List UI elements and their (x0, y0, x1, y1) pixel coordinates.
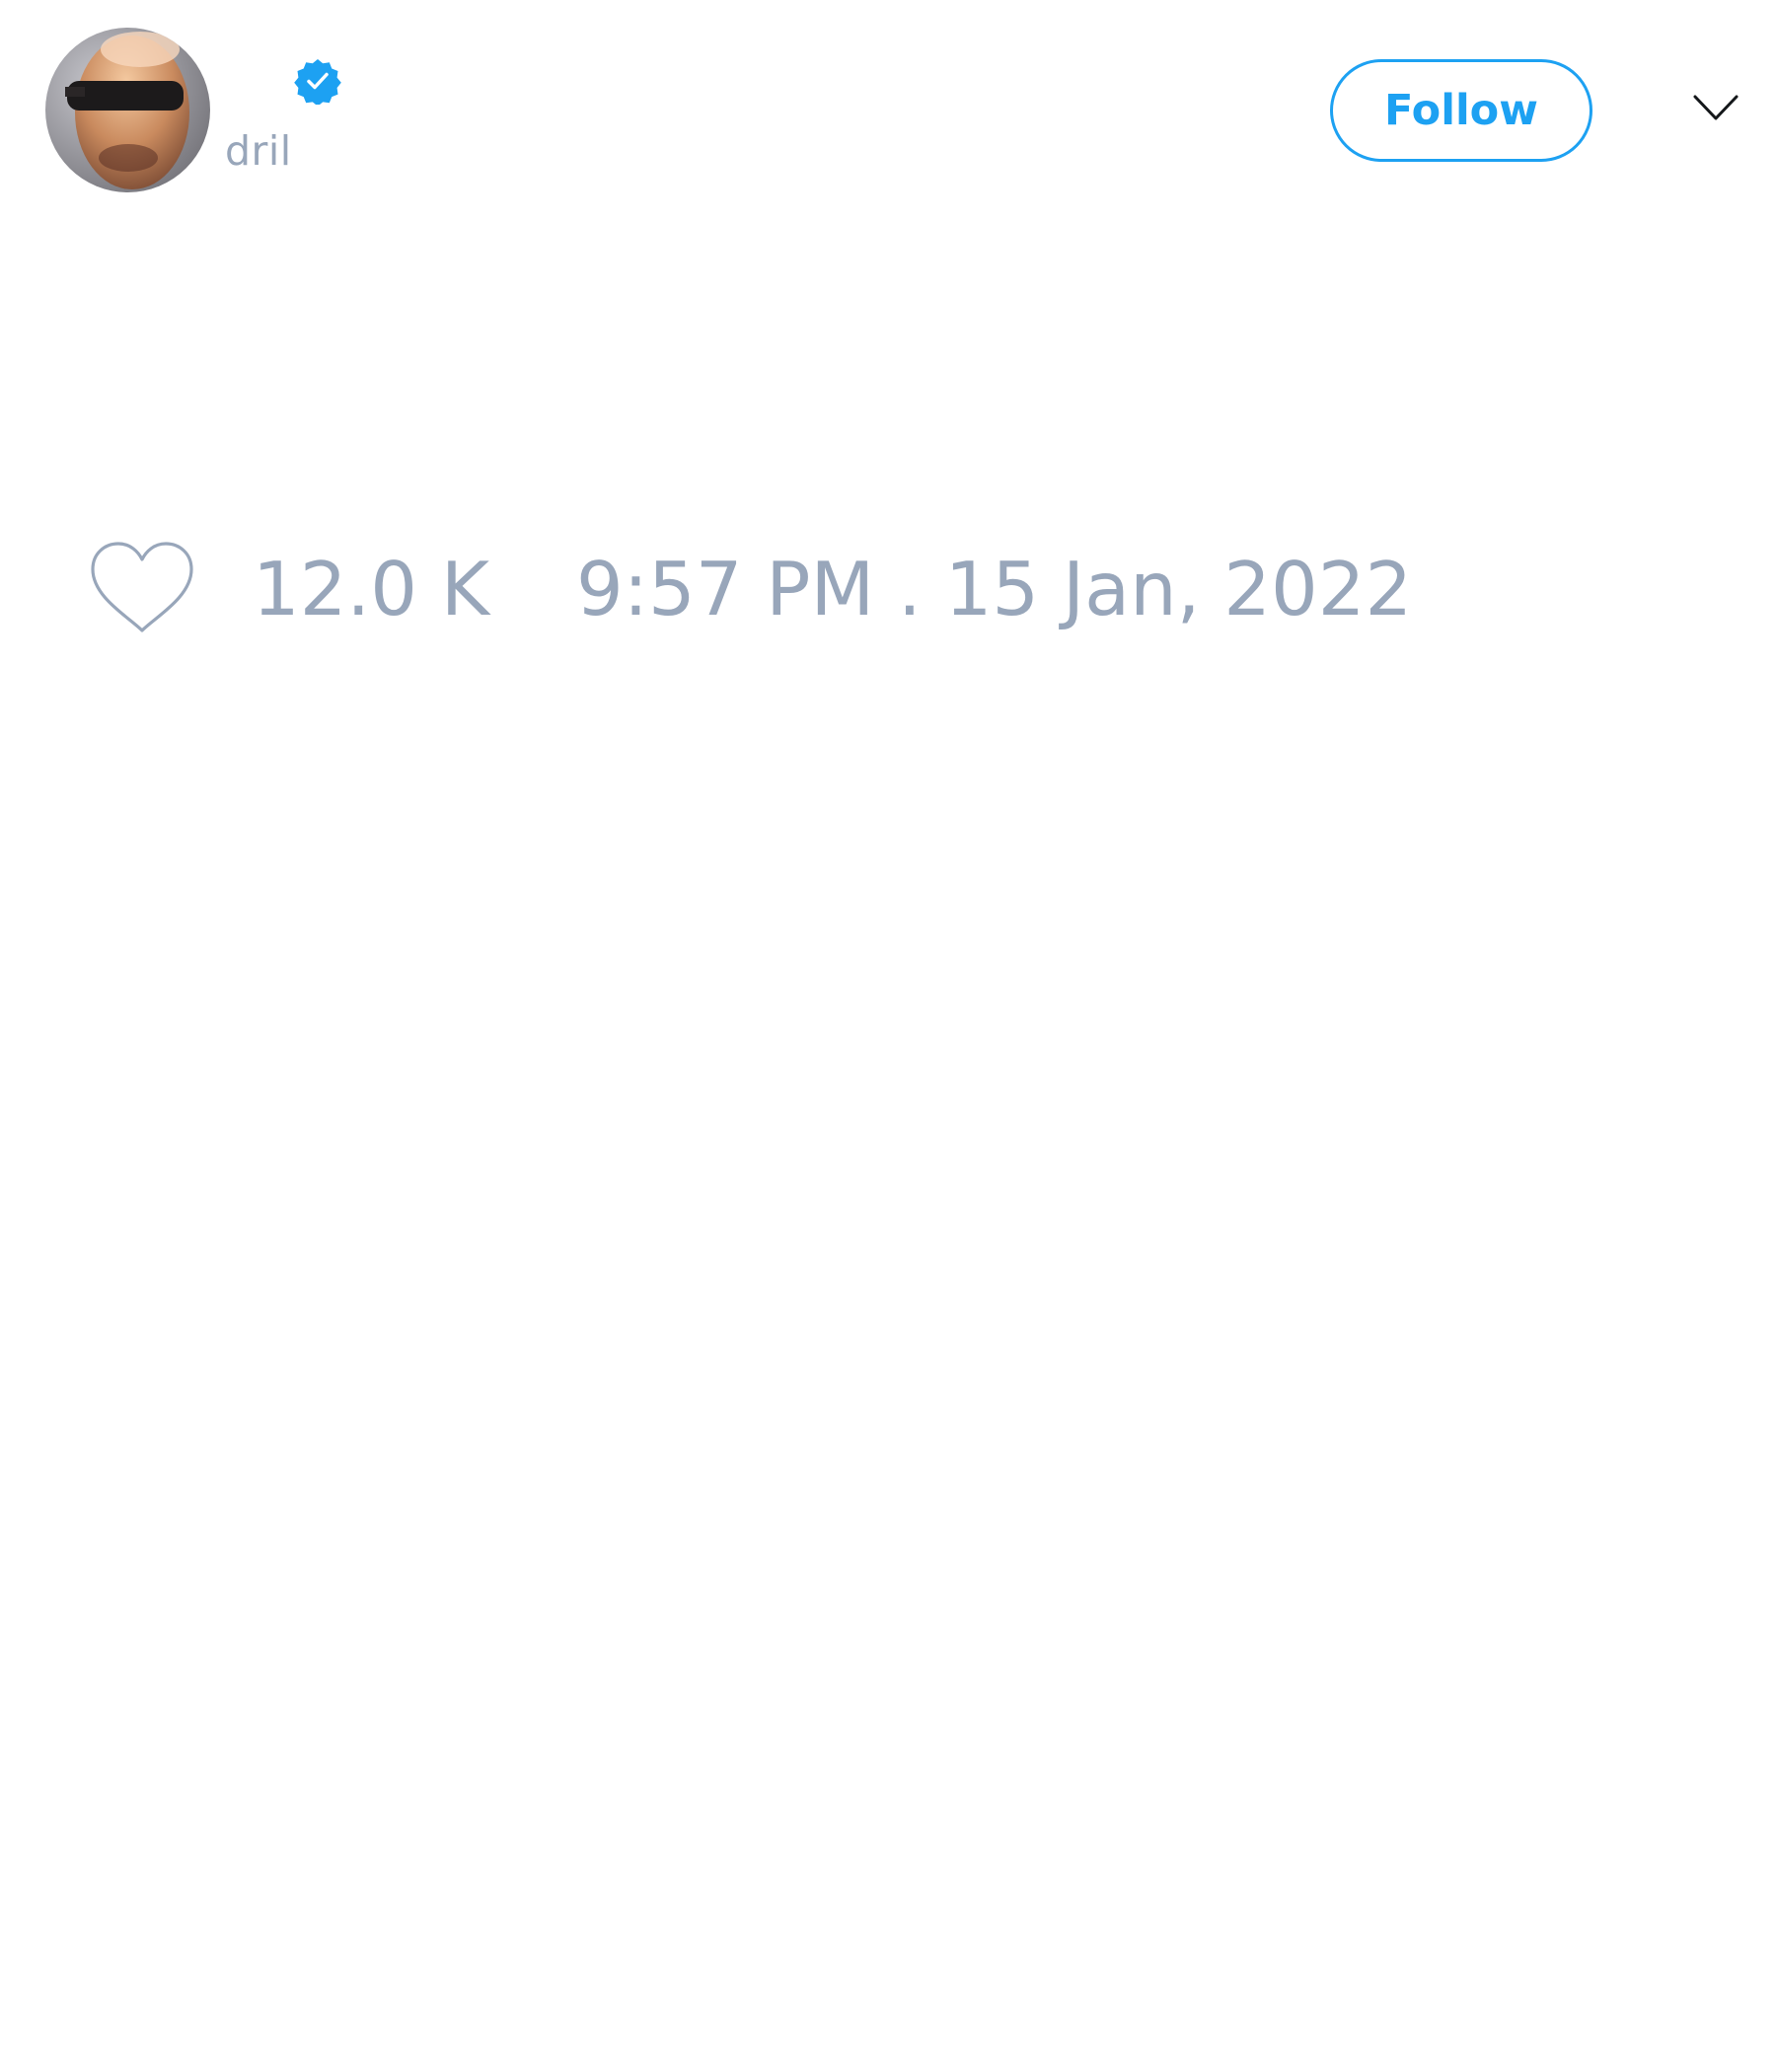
author-handle[interactable]: dril (225, 126, 292, 176)
chevron-down-icon[interactable] (1691, 89, 1740, 128)
like-count: 12.0 K (253, 546, 490, 632)
follow-button[interactable]: Follow (1330, 59, 1592, 162)
heart-outline-icon[interactable] (89, 540, 195, 636)
tweet-timestamp[interactable]: 9:57 PM . 15 Jan, 2022 (576, 545, 1412, 633)
avatar[interactable] (45, 28, 210, 192)
avatar-photo (45, 28, 210, 192)
verified-badge-icon (294, 59, 341, 105)
